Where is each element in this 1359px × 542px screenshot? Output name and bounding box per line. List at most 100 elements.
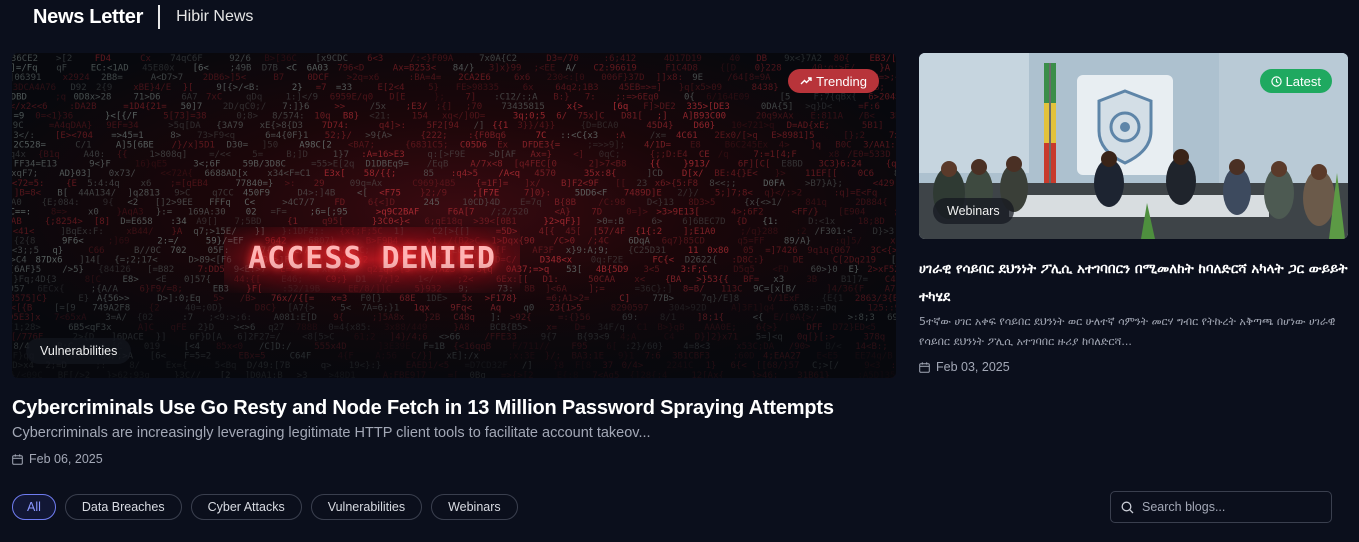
code-glyphs: 7:]}6 xyxy=(282,102,309,112)
code-glyphs: q4x xyxy=(12,150,26,160)
code-glyphs: ]BqEx:F: xyxy=(60,227,103,237)
code-glyphs: <3;;5 xyxy=(12,246,39,256)
code-glyphs: /;4C xyxy=(587,236,609,246)
code-glyphs: 3}}/4}} xyxy=(517,121,555,131)
code-glyphs: D30= xyxy=(227,140,249,150)
code-glyphs: xqF7; xyxy=(12,169,38,179)
latest-badge: Latest xyxy=(1259,69,1332,93)
code-glyphs: 6> xyxy=(652,217,663,227)
code-glyphs: D[x/ xyxy=(682,169,704,179)
featured-article-excerpt: Cybercriminals are increasingly leveragi… xyxy=(12,425,651,441)
code-glyphs: D=E658 xyxy=(120,217,153,227)
code-glyphs: }2>qF}] xyxy=(543,217,581,227)
code-glyphs: 77840=} xyxy=(235,179,273,189)
filter-data-breaches[interactable]: Data Breaches xyxy=(64,494,182,520)
code-glyphs: ;[F7E xyxy=(472,188,499,198)
code-glyphs: 7x42 xyxy=(889,131,896,141)
featured-category-tag[interactable]: Vulnerabilities xyxy=(26,338,132,364)
code-glyphs: }[ xyxy=(183,83,194,93)
trending-badge: Trending xyxy=(788,69,879,93)
latest-date-label: Feb 03, 2025 xyxy=(936,360,1010,374)
code-glyphs: xB44/ xyxy=(126,227,153,237)
code-glyphs: xq</]0D= xyxy=(442,112,486,122)
header-divider xyxy=(158,5,161,29)
code-glyphs: 2B8= xyxy=(101,73,123,83)
code-glyphs: 4> xyxy=(779,140,790,150)
code-glyphs: 8> xyxy=(170,131,181,141)
featured-article-image[interactable]: 36CE2 >[2 FD4 Cx 74qC6F 92/6 B>[36C [x9CDC 6<3 /:… xyxy=(12,53,896,378)
code-glyphs: D1DBEq9= xyxy=(365,160,409,170)
code-glyphs: 2Ex0/[>q xyxy=(714,131,757,141)
code-glyphs: D4>:]4B xyxy=(297,188,335,198)
code-glyphs: 6959E/q0 xyxy=(330,92,373,102)
code-glyphs: 5B1] xyxy=(862,121,884,131)
latest-article-image[interactable]: Latest Webinars xyxy=(919,53,1348,239)
code-glyphs: /64[8=9A xyxy=(727,73,771,83)
code-glyphs: <72=5: xyxy=(12,179,44,189)
code-glyphs: 0=]> xyxy=(626,208,648,218)
code-glyphs: 5DD6<F xyxy=(575,188,608,198)
code-glyphs: {1: xyxy=(762,217,778,227)
code-glyphs: 335>[DE3 xyxy=(686,102,729,112)
code-glyphs: 3C<{>x9; xyxy=(871,246,897,256)
code-glyphs: B{8B xyxy=(554,198,576,208)
code-glyphs: /B< xyxy=(859,112,876,122)
code-glyphs: 58/{{; xyxy=(364,169,397,179)
code-glyphs: 2D/qC0;/ xyxy=(223,102,266,112)
code-glyphs: C==: xyxy=(12,208,31,218)
code-glyphs: 4/1D= xyxy=(644,140,672,150)
code-glyphs: 71>D6 xyxy=(134,92,161,102)
code-glyphs: 2]>7<B8 xyxy=(589,160,627,170)
code-glyphs: 7489D]E xyxy=(624,188,662,198)
trending-icon xyxy=(800,77,812,85)
code-glyphs: 29 xyxy=(314,179,325,189)
code-glyphs: Cx xyxy=(140,54,151,64)
code-glyphs: {1{:2 xyxy=(635,227,662,237)
code-glyphs: {3A79 xyxy=(216,121,243,131)
code-glyphs: {B1q xyxy=(38,150,60,160)
code-glyphs: 20q9xAx xyxy=(756,112,795,122)
search-input[interactable] xyxy=(1142,500,1322,514)
code-glyphs: ;] xyxy=(657,112,668,122)
search-box[interactable] xyxy=(1110,491,1332,523)
filter-vulnerabilities[interactable]: Vulnerabilities xyxy=(310,494,423,520)
code-glyphs: q4]>: xyxy=(379,121,406,131)
code-glyphs: A/ xyxy=(566,64,577,74)
code-glyphs: 9q1q{067 xyxy=(807,246,850,256)
code-glyphs: {C25D31 xyxy=(628,246,666,256)
code-glyphs: 7:=1[4;F xyxy=(753,150,796,160)
code-glyphs: 7: xyxy=(585,92,596,102)
code-glyphs: /}/x]5D1 xyxy=(172,140,215,150)
latest-article-title[interactable]: ሀገራዊ የሳይበር ደህንነት ፖሊሲ አተገባበርን በሚመለከት ከባለድ… xyxy=(919,255,1349,311)
category-filters: All Data Breaches Cyber Attacks Vulnerab… xyxy=(12,494,518,520)
code-glyphs: 245 xyxy=(424,198,440,208)
code-glyphs: A9[] xyxy=(196,217,218,227)
code-glyphs: 10CD}4D xyxy=(462,198,500,208)
code-glyphs: {{ xyxy=(650,160,661,170)
code-glyphs: [6< xyxy=(193,64,210,74)
code-glyphs: FE>98335 xyxy=(456,83,499,93)
code-glyphs: }> xyxy=(775,169,786,179)
code-glyphs: 10q xyxy=(314,112,330,122)
code-glyphs: x{> xyxy=(567,102,584,112)
code-glyphs: }AqA3 xyxy=(117,208,144,218)
code-glyphs: ;70 xyxy=(466,102,482,112)
code-glyphs: AD}03] xyxy=(59,169,92,179)
code-glyphs: 6=4{0F}1 xyxy=(265,131,308,141)
code-glyphs: >q9C2BAF xyxy=(376,208,419,218)
brand-subtitle[interactable]: Hibir News xyxy=(176,8,253,26)
filter-cyber-attacks[interactable]: Cyber Attacks xyxy=(190,494,302,520)
latest-category-tag[interactable]: Webinars xyxy=(933,198,1014,224)
code-glyphs: 11 xyxy=(688,246,699,256)
code-glyphs: 45E80x xyxy=(142,64,175,74)
filter-all[interactable]: All xyxy=(12,494,56,520)
search-icon xyxy=(1121,501,1134,513)
featured-article-title[interactable]: Cybercriminals Use Go Resty and Node Fet… xyxy=(12,397,834,420)
code-glyphs: =/<< xyxy=(209,150,231,160)
code-glyphs: 85 xyxy=(423,169,434,179)
code-glyphs: []2>9EE xyxy=(155,198,193,208)
code-glyphs: =>45=1 xyxy=(111,131,144,141)
filter-webinars[interactable]: Webinars xyxy=(431,494,518,520)
brand-title[interactable]: News Letter xyxy=(33,6,143,29)
code-glyphs: }913/ xyxy=(683,160,710,170)
